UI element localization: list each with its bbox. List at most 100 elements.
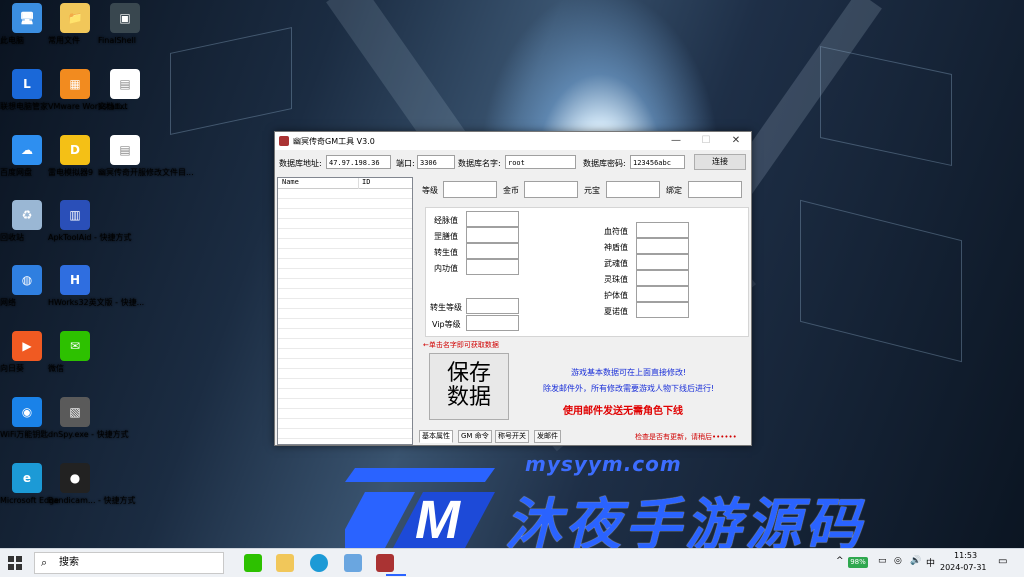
rebirth-level-input[interactable]: [466, 298, 519, 314]
minimize-button[interactable]: —: [661, 132, 691, 150]
app-icon: ✉: [60, 331, 90, 361]
level-input[interactable]: [443, 181, 497, 198]
desktop-icon[interactable]: ◍ 网络: [0, 265, 54, 307]
clock-time[interactable]: 11:53: [954, 551, 977, 560]
edge-taskbar-icon[interactable]: [310, 554, 328, 572]
vip-label: Vip等级: [432, 320, 461, 329]
battery-indicator[interactable]: 98%: [848, 557, 868, 568]
network-icon[interactable]: ◎: [894, 556, 902, 566]
desktop-icon[interactable]: ▦ VMware Workstati...: [48, 69, 128, 111]
db-pass-label: 数据库密码:: [583, 159, 626, 168]
watermark-url: mysyym.com: [525, 452, 682, 476]
guard-input[interactable]: [636, 286, 689, 302]
desktop-icon-label: 此电脑: [0, 36, 24, 45]
desktop-icon[interactable]: ▧ dnSpy.exe - 快捷方式: [48, 397, 129, 439]
desktop-icon[interactable]: L 联想电脑管家: [0, 69, 54, 111]
app-icon: ●: [60, 463, 90, 493]
spirit-label: 灵珠值: [604, 275, 628, 284]
app-icon: D: [60, 135, 90, 165]
desktop-icon[interactable]: ♻ 回收站: [0, 200, 54, 242]
yuanbao-input[interactable]: [606, 181, 660, 198]
bind-input[interactable]: [688, 181, 742, 198]
volume-icon[interactable]: 🔊: [910, 556, 921, 566]
desktop-icon[interactable]: ▥ ApkToolAid - 快捷方式: [48, 200, 131, 242]
app-icon: [279, 136, 289, 146]
clock-date[interactable]: 2024-07-31: [940, 563, 987, 572]
app-icon: H: [60, 265, 90, 295]
window-client: 数据库地址: 47.97.198.36 端口: 3306 数据库名字: root…: [275, 150, 751, 445]
vip-input[interactable]: [466, 315, 519, 331]
desktop-icon-label: Bandicam... - 快捷方式: [48, 496, 136, 505]
player-list[interactable]: Name ID: [277, 177, 413, 445]
desktop-icon[interactable]: e Microsoft Edge: [0, 463, 59, 505]
desktop-icon[interactable]: ◉ WiFi万能钥匙: [0, 397, 54, 439]
tab-item[interactable]: 称号开关: [495, 430, 529, 443]
desktop-icon[interactable]: ▣ FinalShell: [98, 3, 152, 45]
db-name-label: 数据库名字:: [458, 159, 501, 168]
battery-icon[interactable]: ▭: [878, 556, 887, 566]
save-data-button[interactable]: 保存 数据: [429, 353, 509, 420]
info-offline-required: 除发邮件外，所有修改需要游戏人物下线后进行!: [543, 384, 715, 393]
wechat-taskbar-icon[interactable]: [244, 554, 262, 572]
desktop-icon-label: 网络: [0, 298, 16, 307]
tab-item[interactable]: 发邮件: [534, 430, 561, 443]
app-icon: ◉: [12, 397, 42, 427]
db-pass-input[interactable]: 123456abc: [630, 155, 685, 169]
soul-input[interactable]: [636, 254, 689, 270]
taskbar: ⌕ 搜索 ^ 98% ▭ ◎ 🔊 中 11:53 2024-07-31 ▭: [0, 548, 1024, 577]
window-title: 幽冥传奇GM工具 V3.0: [293, 136, 375, 146]
list-rows: [278, 189, 412, 444]
spirit-input[interactable]: [636, 270, 689, 286]
info-edit-direct: 游戏基本数据可在上面直接修改!: [571, 368, 687, 377]
app-icon: ▤: [110, 135, 140, 165]
maximize-button[interactable]: ☐: [691, 132, 721, 150]
start-button[interactable]: [8, 556, 22, 570]
watermark-logo: M: [345, 468, 495, 548]
desktop-icon[interactable]: 🖥 此电脑: [0, 3, 54, 45]
db-name-input[interactable]: root: [505, 155, 576, 169]
shield-label: 神盾值: [604, 243, 628, 252]
gm-tool-taskbar-icon[interactable]: [376, 554, 394, 572]
desktop-icon[interactable]: ▤ 文档.txt: [98, 69, 152, 111]
desktop-icon[interactable]: ▤ 幽冥传奇开服修改文件目...: [98, 135, 194, 177]
file-explorer-icon[interactable]: [276, 554, 294, 572]
notepad-taskbar-icon[interactable]: [344, 554, 362, 572]
desktop-icon-label: 联想电脑管家: [0, 102, 48, 111]
list-col-id[interactable]: ID: [362, 178, 370, 186]
desktop-icon-label: dnSpy.exe - 快捷方式: [48, 430, 129, 439]
db-host-input[interactable]: 47.97.198.36: [326, 155, 391, 169]
rebirth-input[interactable]: [466, 243, 519, 259]
title-bar[interactable]: 幽冥传奇GM工具 V3.0 — ☐ ✕: [275, 132, 751, 150]
taskbar-search[interactable]: ⌕ 搜索: [34, 552, 224, 574]
input-method-icon[interactable]: 中: [926, 556, 935, 569]
list-col-name[interactable]: Name: [282, 178, 299, 186]
desktop-icon[interactable]: D 雷电模拟器9: [48, 135, 102, 177]
desktop-icon[interactable]: ✉ 微信: [48, 331, 102, 373]
desktop-icon[interactable]: ☁ 百度网盘: [0, 135, 54, 177]
desktop-icon[interactable]: ● Bandicam... - 快捷方式: [48, 463, 135, 505]
app-icon: 📁: [60, 3, 90, 33]
app-icon: ▶: [12, 331, 42, 361]
close-button[interactable]: ✕: [721, 132, 751, 150]
connect-button[interactable]: 连接: [694, 154, 746, 170]
desktop-icon-label: 幽冥传奇开服修改文件目...: [98, 168, 194, 177]
tab-item[interactable]: GM 命令: [458, 430, 492, 443]
guard-label: 护体值: [604, 291, 628, 300]
notification-icon[interactable]: ▭: [998, 556, 1007, 567]
jade-input[interactable]: [636, 302, 689, 318]
desktop-icon-label: 向日葵: [0, 364, 24, 373]
desktop-icon[interactable]: 📁 常用文件: [48, 3, 102, 45]
gold-input[interactable]: [524, 181, 578, 198]
exp-input[interactable]: [466, 211, 519, 227]
inner-label: 内功值: [434, 264, 458, 273]
guild-input[interactable]: [466, 227, 519, 243]
desktop-icon[interactable]: ▶ 向日葵: [0, 331, 54, 373]
blood-input[interactable]: [636, 222, 689, 238]
port-input[interactable]: 3306: [417, 155, 455, 169]
chevron-up-icon[interactable]: ^: [836, 556, 844, 566]
inner-input[interactable]: [466, 259, 519, 275]
desktop-icon[interactable]: H HWorks32英文版 - 快捷...: [48, 265, 144, 307]
tab-item[interactable]: 基本属性: [419, 430, 453, 443]
shield-input[interactable]: [636, 238, 689, 254]
gm-tool-window: 幽冥传奇GM工具 V3.0 — ☐ ✕ 数据库地址: 47.97.198.36 …: [274, 131, 752, 446]
